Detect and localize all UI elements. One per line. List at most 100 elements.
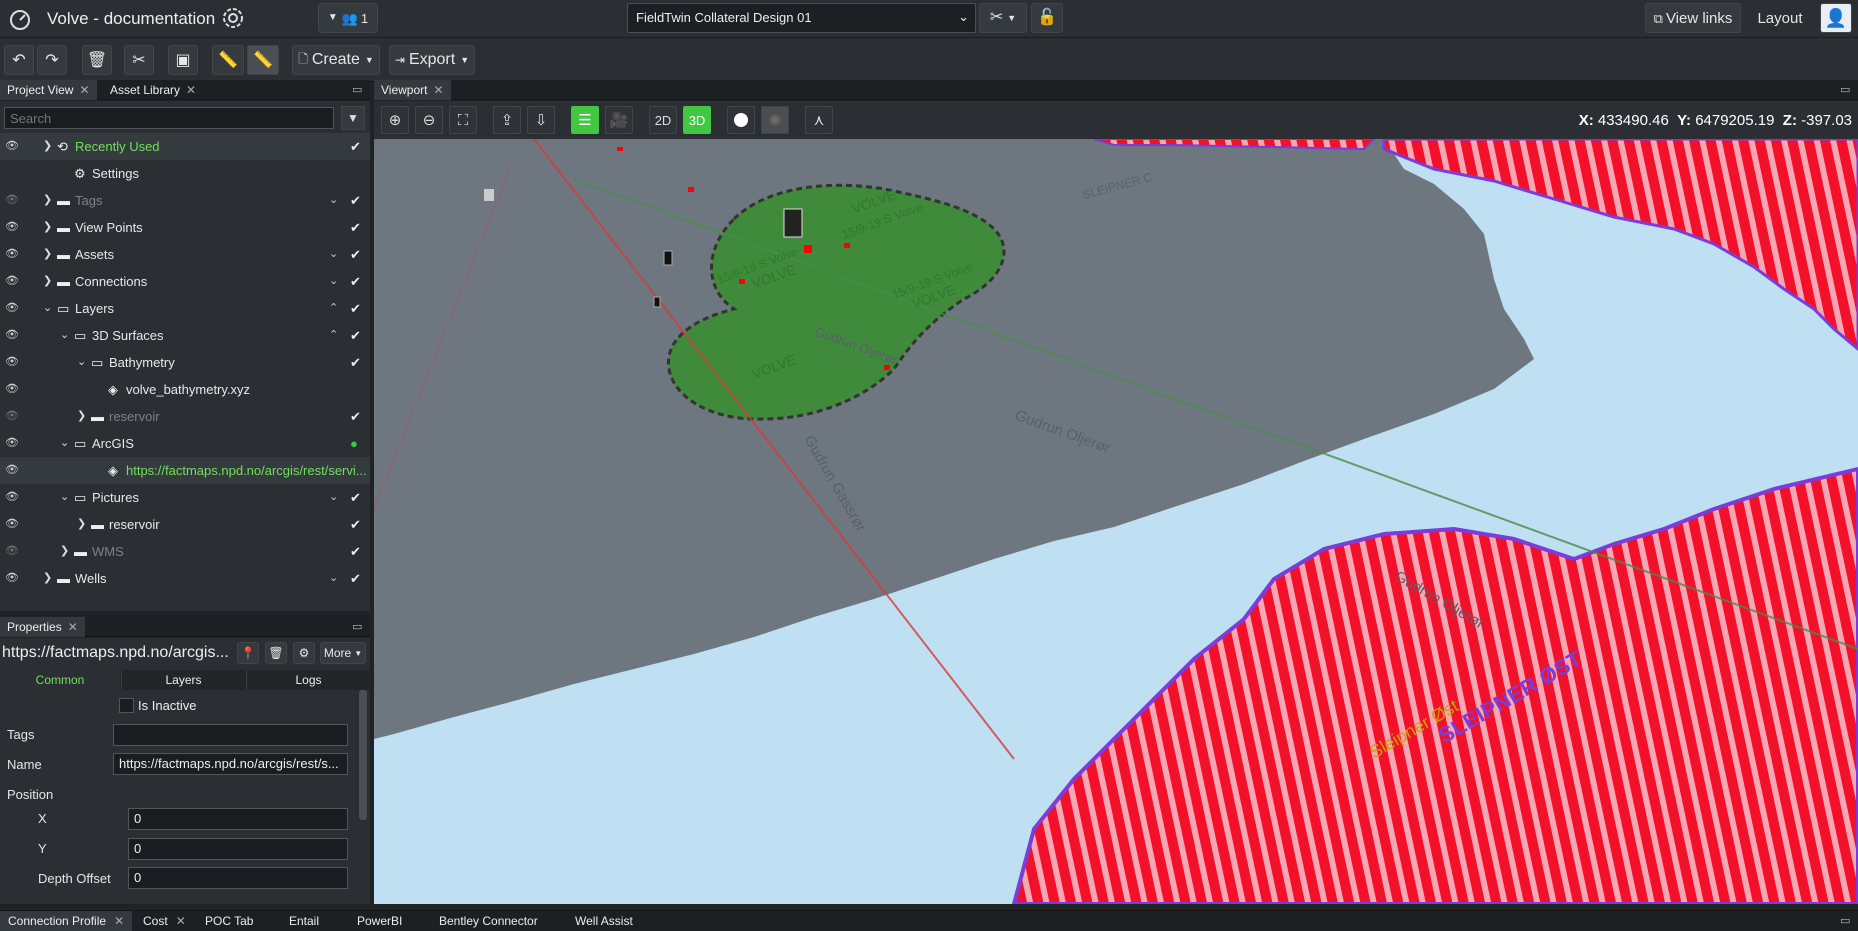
eye-icon[interactable]: 👁: [5, 241, 19, 268]
layout-button[interactable]: Layout: [1748, 3, 1812, 33]
filter-button[interactable]: ▼: [341, 106, 365, 130]
check-icon[interactable]: ✔: [350, 295, 361, 322]
name-field[interactable]: https://factmaps.npd.no/arcgis/rest/s...: [113, 753, 348, 775]
close-icon[interactable]: ✕: [114, 914, 124, 928]
eye-icon[interactable]: 👁: [5, 565, 19, 592]
fit-view-button[interactable]: ⛶: [449, 106, 477, 134]
chevron-down-icon[interactable]: ⌄: [43, 295, 52, 322]
settings-gear-icon[interactable]: [221, 6, 245, 30]
check-icon[interactable]: ✔: [350, 133, 361, 160]
camera-button[interactable]: 🎥: [605, 106, 633, 134]
design-select[interactable]: FieldTwin Collateral Design 01 ⌄: [627, 3, 976, 33]
check-icon[interactable]: ✔: [350, 538, 361, 565]
item-settings-button[interactable]: ⚙: [293, 642, 315, 664]
layers-toggle-button[interactable]: ☰: [571, 106, 599, 134]
chevron-down-icon[interactable]: ⌄: [60, 430, 69, 457]
eye-icon[interactable]: 👁: [5, 322, 19, 349]
eye-icon[interactable]: 👁: [5, 133, 19, 160]
maximize-icon[interactable]: ▭: [352, 83, 362, 96]
check-icon[interactable]: ✔: [350, 241, 361, 268]
chevron-right-icon[interactable]: ❯: [43, 241, 52, 268]
user-avatar-button[interactable]: 👤: [1820, 3, 1852, 33]
tree-row[interactable]: 👁 ❯ ⟲ Recently Used ✔: [0, 133, 370, 160]
tab-cost[interactable]: Cost ✕: [135, 911, 194, 931]
subtab-layers[interactable]: Layers: [121, 670, 245, 690]
tab-poc[interactable]: POC Tab: [197, 911, 261, 931]
tree-row[interactable]: 👁 ❯ ▬ WMS ✔: [0, 538, 370, 565]
chevron-right-icon[interactable]: ❯: [43, 565, 52, 592]
search-input[interactable]: [4, 107, 334, 129]
axis-button[interactable]: ⋏: [805, 106, 833, 134]
dashboard-icon[interactable]: [8, 7, 32, 31]
mode-3d-button[interactable]: 3D: [683, 106, 711, 134]
tree-row[interactable]: 👁 ❯ ▬ Assets ⌄ ✔: [0, 241, 370, 268]
check-icon[interactable]: ✔: [350, 511, 361, 538]
expand-all-icon[interactable]: ⌄: [329, 565, 338, 592]
measure-off-button[interactable]: 📏: [247, 45, 279, 75]
shadow-toggle-button[interactable]: [761, 106, 789, 134]
more-button[interactable]: More ▼: [320, 642, 366, 664]
select-area-button[interactable]: ▣: [168, 45, 198, 75]
check-icon[interactable]: ✔: [350, 187, 361, 214]
eye-icon[interactable]: 👁: [5, 376, 19, 403]
y-field[interactable]: 0: [128, 838, 348, 860]
expand-all-icon[interactable]: ⌄: [329, 484, 338, 511]
check-icon[interactable]: ✔: [350, 214, 361, 241]
zoom-out-button[interactable]: ⊖: [415, 106, 443, 134]
view-links-button[interactable]: ⧉ View links: [1645, 3, 1741, 33]
create-button[interactable]: 🗋 Create ▼: [292, 45, 380, 75]
expand-all-icon[interactable]: ⌄: [329, 268, 338, 295]
tree-row[interactable]: ⚙ Settings: [0, 160, 370, 187]
tree-row[interactable]: 👁 ❯ ▬ reservoir ✔: [0, 403, 370, 430]
tree-row[interactable]: 👁 ❯ ▬ Connections ⌄ ✔: [0, 268, 370, 295]
chevron-right-icon[interactable]: ❯: [60, 538, 69, 565]
tree-row[interactable]: 👁 ⌄ ▭ ArcGIS ●: [0, 430, 370, 457]
check-icon[interactable]: ✔: [350, 403, 361, 430]
eye-icon[interactable]: 👁: [5, 457, 19, 484]
check-circle-icon[interactable]: ●: [350, 430, 358, 457]
subtab-logs[interactable]: Logs: [246, 670, 370, 690]
lock-button[interactable]: 🔓: [1031, 3, 1063, 33]
raise-button[interactable]: ⇪: [493, 106, 521, 134]
chevron-down-icon[interactable]: ⌄: [77, 349, 86, 376]
light-toggle-button[interactable]: [727, 106, 755, 134]
mode-2d-button[interactable]: 2D: [649, 106, 677, 134]
undo-button[interactable]: ↶: [4, 45, 34, 75]
delete-button[interactable]: 🗑: [82, 45, 112, 75]
chevron-right-icon[interactable]: ❯: [43, 214, 52, 241]
tab-properties[interactable]: Properties ✕: [0, 617, 85, 637]
tree-row[interactable]: 👁 ❯ ▬ Wells ⌄ ✔: [0, 565, 370, 592]
expand-all-icon[interactable]: ⌄: [329, 241, 338, 268]
users-dropdown-button[interactable]: ▼ 👥 1: [318, 3, 378, 33]
tab-powerbi[interactable]: PowerBI: [349, 911, 410, 931]
x-field[interactable]: 0: [128, 808, 348, 830]
viewport-3d-map[interactable]: VOLVE VOLVE VOLVE VOLVE 15/9-19 S Volve …: [374, 139, 1858, 904]
tree-row[interactable]: 👁 ⌄ ▭ Bathymetry ✔: [0, 349, 370, 376]
cut-button[interactable]: ✂: [124, 45, 154, 75]
tree-row[interactable]: 👁 ❯ ▬ View Points ✔: [0, 214, 370, 241]
check-icon[interactable]: ✔: [350, 349, 361, 376]
eye-off-icon[interactable]: 👁: [5, 187, 19, 214]
tab-connection-profile[interactable]: Connection Profile ✕: [0, 911, 133, 931]
eye-icon[interactable]: 👁: [5, 349, 19, 376]
tree-row[interactable]: 👁 ◈ https://factmaps.npd.no/arcgis/rest/se…: [0, 457, 370, 484]
tab-entail[interactable]: Entail: [281, 911, 327, 931]
tree-row[interactable]: 👁 ⌄ ▭ 3D Surfaces ⌃ ✔: [0, 322, 370, 349]
delete-item-button[interactable]: 🗑: [265, 642, 287, 664]
maximize-icon[interactable]: ▭: [1840, 914, 1850, 927]
tags-field[interactable]: [113, 724, 348, 746]
zoom-in-button[interactable]: ⊕: [381, 106, 409, 134]
eye-icon[interactable]: 👁: [5, 295, 19, 322]
tools-dropdown-button[interactable]: ✂ ▼: [979, 3, 1027, 33]
collapse-all-icon[interactable]: ⌃: [329, 295, 338, 322]
chevron-down-icon[interactable]: ⌄: [60, 484, 69, 511]
tree-row[interactable]: 👁 ◈ volve_bathymetry.xyz: [0, 376, 370, 403]
maximize-icon[interactable]: ▭: [1840, 83, 1850, 96]
chevron-right-icon[interactable]: ❯: [77, 403, 86, 430]
expand-all-icon[interactable]: ⌄: [329, 187, 338, 214]
eye-icon[interactable]: 👁: [5, 484, 19, 511]
tree-row[interactable]: 👁 ❯ ▬ reservoir ✔: [0, 511, 370, 538]
check-icon[interactable]: ✔: [350, 484, 361, 511]
tree-row[interactable]: 👁 ❯ ▬ Tags ⌄ ✔: [0, 187, 370, 214]
close-icon[interactable]: ✕: [68, 620, 78, 634]
